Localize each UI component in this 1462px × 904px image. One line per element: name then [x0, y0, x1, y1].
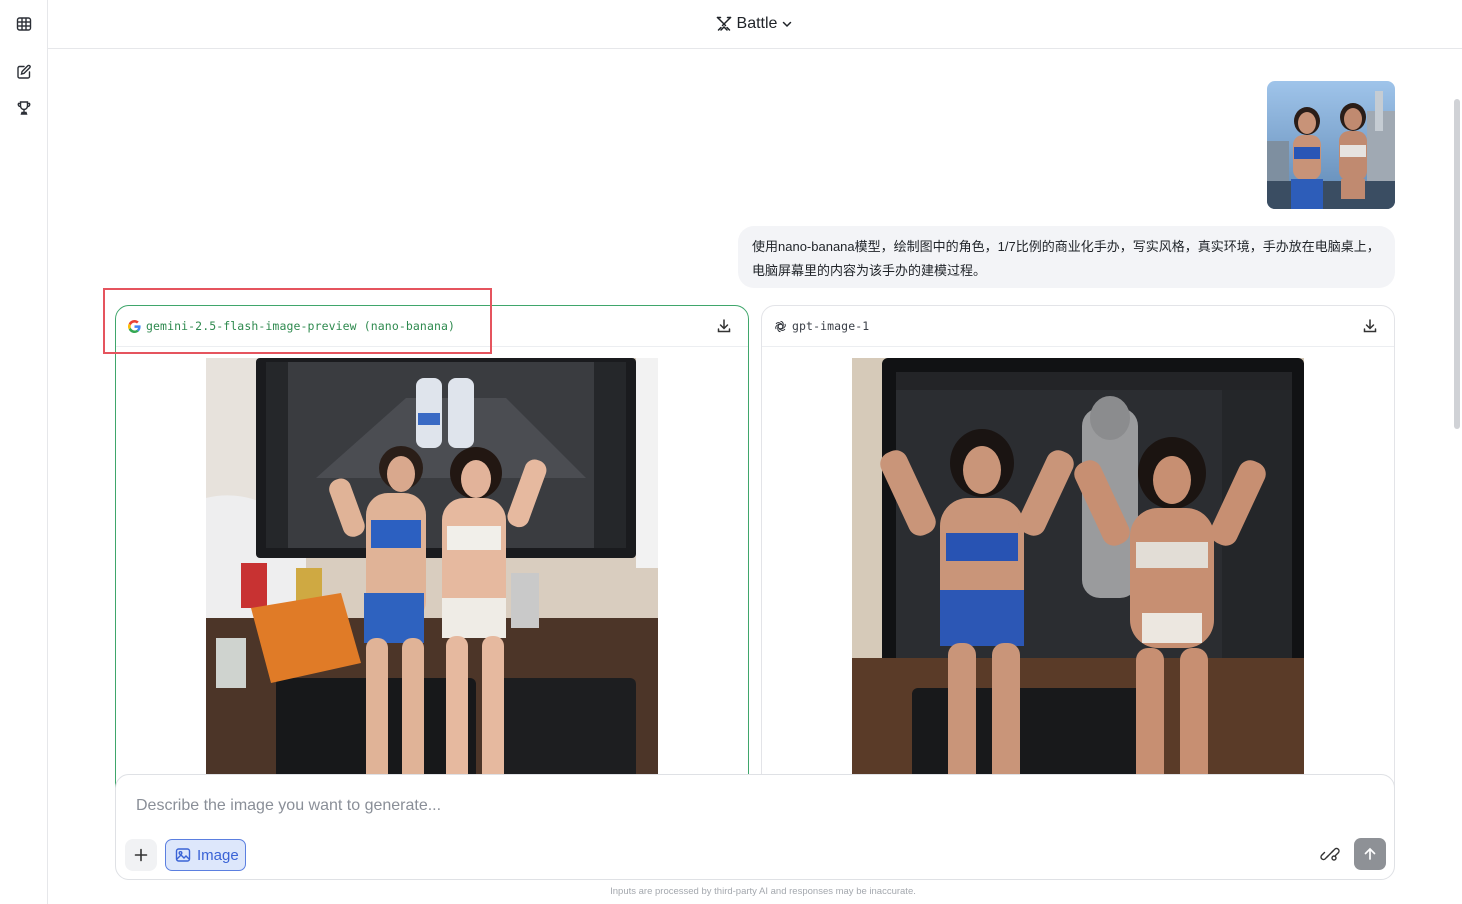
leaderboard-table-icon[interactable] — [14, 14, 34, 34]
model-name-b: gpt-image-1 — [792, 319, 870, 333]
download-icon[interactable] — [716, 318, 732, 334]
prompt-input[interactable] — [136, 797, 1336, 815]
response-panel-a[interactable]: gemini-2.5-flash-image-preview (nano-ban… — [115, 305, 749, 805]
generated-image-a[interactable] — [206, 358, 658, 788]
mode-label: Battle — [736, 15, 778, 32]
send-button[interactable] — [1354, 838, 1386, 870]
top-header: Battle — [48, 0, 1462, 49]
openai-icon — [775, 320, 786, 332]
add-attachment-button[interactable] — [125, 839, 157, 871]
mode-dropdown[interactable]: Battle — [715, 15, 794, 33]
panel-b-header: gpt-image-1 — [762, 306, 1394, 347]
trophy-icon[interactable] — [14, 98, 34, 118]
scrollbar-thumb[interactable] — [1454, 99, 1460, 429]
user-reference-image[interactable] — [1267, 81, 1395, 209]
generated-image-b[interactable] — [852, 358, 1304, 788]
image-mode-button[interactable]: Image — [165, 839, 246, 871]
arrow-up-icon — [1364, 847, 1376, 860]
highlight-box — [103, 288, 492, 354]
sidebar-rail — [0, 0, 48, 904]
tools-settings-button[interactable] — [1319, 843, 1343, 867]
user-message: 使用nano-banana模型，绘制图中的角色，1/7比例的商业化手办，写实风格… — [738, 226, 1395, 288]
crossed-swords-icon — [716, 16, 731, 31]
plus-icon — [134, 848, 148, 862]
response-panel-b[interactable]: gpt-image-1 — [761, 305, 1395, 805]
disclaimer-text: Inputs are processed by third-party AI a… — [610, 886, 916, 897]
link-settings-icon — [1320, 847, 1340, 861]
scrollbar[interactable] — [1452, 49, 1462, 904]
download-icon[interactable] — [1362, 318, 1378, 334]
image-mode-label: Image — [197, 846, 239, 864]
new-chat-icon[interactable] — [14, 62, 34, 82]
chevron-down-icon — [783, 21, 792, 28]
prompt-composer: Image — [115, 774, 1395, 880]
image-icon — [175, 848, 191, 862]
